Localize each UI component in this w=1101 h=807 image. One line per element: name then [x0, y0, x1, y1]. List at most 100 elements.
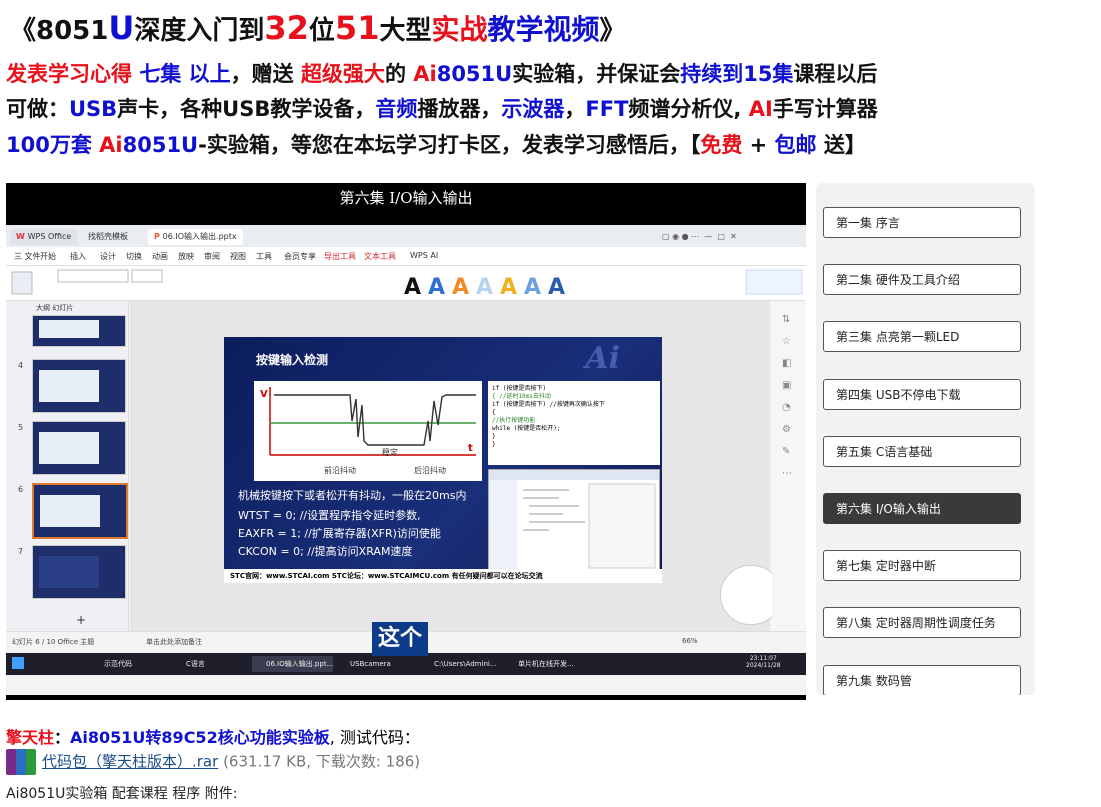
text: 手写计算器	[772, 97, 878, 121]
menu-item[interactable]: 插入	[70, 251, 86, 262]
zoom-level[interactable]: 66%	[682, 637, 698, 645]
text: FFT	[585, 97, 629, 121]
taskbar-item[interactable]: C语言	[172, 656, 205, 672]
tab-wps: W WPS Office	[10, 229, 78, 245]
ide-screenshot	[488, 469, 660, 573]
slide-canvas: 按键输入检测 Ai V t 稳定 前沿抖动 后沿抖动 if (按键是否按下) {…	[130, 301, 782, 631]
episode-item-active[interactable]: 第六集 I/O输入输出	[823, 493, 1021, 524]
text: 发表学习心得	[6, 62, 140, 86]
title-part: 》	[599, 16, 626, 46]
slide-bullet: CKCON = 0; //提高访问XRAM速度	[238, 545, 413, 558]
taskbar-item[interactable]: 06.IO输入输出.ppt...	[252, 656, 334, 672]
menu-item[interactable]: 动画	[152, 251, 168, 262]
axis-v-label: V	[260, 389, 268, 400]
tab-label: 找稻壳模板	[88, 232, 128, 241]
text: 音频	[375, 97, 418, 121]
side-tools-icon[interactable]: ⇅ ☆ ◧ ▣ ◔ ⚙ ✎ ⋯	[782, 309, 792, 485]
text: 包邮	[774, 133, 817, 157]
slide-title: 按键输入检测	[256, 353, 329, 367]
attachment-link[interactable]: 代码包（擎天柱版本）.rar	[42, 753, 218, 771]
slide-thumb[interactable]	[32, 421, 126, 475]
text: 课程以后	[793, 62, 878, 86]
slide-thumbnails[interactable]: 大纲 幻灯片 4 5 6 7 +	[6, 301, 129, 631]
episode-item[interactable]: 第八集 定时器周期性调度任务	[823, 607, 1021, 638]
text: USB	[69, 97, 118, 121]
episode-item[interactable]: 第五集 C语言基础	[823, 436, 1021, 467]
slide-bullet: WTST = 0; //设置程序指令延时参数,	[238, 509, 421, 522]
slide-footer: STC官网：www.STCAI.com STC论坛：www.STCAIMCU.c…	[224, 569, 662, 583]
slide-thumb[interactable]	[32, 545, 126, 599]
wps-tabbar: W WPS Office 找稻壳模板 P 06.IO输入输出.pptx ▢ ◉ …	[6, 225, 806, 247]
taskbar-item[interactable]: 示范代码	[90, 656, 132, 672]
menu-item[interactable]: 工具	[256, 251, 272, 262]
episode-item[interactable]: 第二集 硬件及工具介绍	[823, 264, 1021, 295]
slide-footer-text: STC官网：www.STCAI.com STC论坛：www.STCAIMCU.c…	[230, 572, 543, 580]
text: 实验箱，并保证会	[512, 62, 681, 86]
slide-thumb[interactable]	[32, 315, 126, 347]
clock-date: 2024/11/28	[746, 662, 781, 669]
bounce-waveform: V t 稳定 前沿抖动 后沿抖动	[254, 381, 482, 481]
episode-item[interactable]: 第一集 序言	[823, 207, 1021, 238]
tab-template: 找稻壳模板	[82, 229, 134, 245]
episode-item[interactable]: 第九集 数码管	[823, 665, 1021, 695]
slide-logo: Ai	[585, 341, 620, 376]
code-line: {	[492, 409, 496, 416]
sidebar-label: 大纲 幻灯片	[36, 304, 74, 312]
right-toolbar: ⇅ ☆ ◧ ▣ ◔ ⚙ ✎ ⋯	[772, 301, 806, 631]
slide-thumb-active[interactable]	[32, 483, 128, 539]
status-note: 单击此处添加备注	[146, 638, 202, 646]
episode-item[interactable]: 第三集 点亮第一颗LED	[823, 321, 1021, 352]
title-part: 大型	[379, 16, 432, 46]
board-name: Ai8051U转89C52核心功能实验板	[70, 728, 330, 747]
thumb-number: 7	[18, 547, 24, 556]
menu-item[interactable]: WPS AI	[410, 251, 438, 260]
stable-label: 稳定	[382, 447, 398, 457]
status-slide-count: 幻灯片 6 / 10 Office 主题	[12, 638, 95, 646]
svg-text:A: A	[404, 275, 421, 300]
page-title: 《8051U深度入门到32位51大型实战教学视频》	[10, 8, 626, 48]
promo-line-2: 可做：USB声卡，各种USB教学设备，音频播放器，示波器，FFT频谱分析仪, A…	[6, 93, 878, 123]
front-bounce-label: 前沿抖动	[324, 465, 356, 475]
text: 可做：	[6, 97, 69, 121]
title-part: 深度入门到	[134, 16, 265, 46]
text: 的	[384, 62, 414, 86]
code-line: { //延时10ms去抖动	[492, 393, 551, 400]
taskbar-item[interactable]: 单片机在线开发...	[504, 656, 574, 672]
menu-item[interactable]: 设计	[100, 251, 116, 262]
text: 免费	[700, 133, 743, 157]
thumb-number: 6	[18, 485, 24, 494]
taskbar-item[interactable]: C:\Users\Admini...	[420, 656, 497, 672]
text: -实验箱，等您在本坛学习打卡区，发表学习感悟后，【	[198, 133, 701, 157]
wps-ribbon: A A A A A A A	[6, 266, 806, 301]
menu-item[interactable]: 放映	[178, 251, 194, 262]
text: 七集 以上	[139, 62, 231, 86]
menu-item[interactable]: 切换	[126, 251, 142, 262]
svg-text:A: A	[476, 275, 493, 300]
menu-item[interactable]: 会员专享	[284, 251, 316, 262]
add-slide-icon[interactable]: +	[76, 613, 86, 627]
text: 频谱分析仪,	[628, 97, 749, 121]
video-title: 第六集 I/O输入输出	[339, 189, 473, 207]
episode-item[interactable]: 第七集 定时器中断	[823, 550, 1021, 581]
text: ：	[54, 728, 71, 747]
thumb-number: 4	[18, 361, 24, 370]
taskbar-item[interactable]: USBcamera	[336, 656, 391, 672]
menu-item[interactable]: 视图	[230, 251, 246, 262]
promo-line-3: 100万套 Ai8051U-实验箱，等您在本坛学习打卡区，发表学习感悟后，【免费…	[6, 129, 866, 159]
windows-taskbar: 示范代码 C语言 06.IO输入输出.ppt... USBcamera C:\U…	[6, 653, 806, 675]
menu-item[interactable]: 三 文件	[14, 251, 41, 262]
title-part: U	[108, 9, 135, 47]
menu-item[interactable]: 审阅	[204, 251, 220, 262]
windows-start-icon[interactable]	[12, 657, 24, 669]
menu-item[interactable]: 导出工具	[324, 251, 356, 262]
text: ，	[564, 97, 586, 121]
episode-item[interactable]: 第四集 USB不停电下载	[823, 379, 1021, 410]
menu-item[interactable]: 文本工具	[364, 251, 396, 262]
slide-thumb[interactable]	[32, 359, 126, 413]
menu-item[interactable]: 开始	[40, 251, 56, 262]
title-part: 51	[334, 9, 380, 47]
window-controls-icon: ▢ ◉ ● ⋯ — ▢ ✕	[662, 232, 737, 241]
tab-label: 06.IO输入输出.pptx	[162, 232, 237, 241]
promo-line-1: 发表学习心得 七集 以上，赠送 超级强大的 Ai8051U实验箱，并保证会持续到…	[6, 58, 877, 88]
ribbon-icons: A A A A A A A	[11, 269, 803, 300]
